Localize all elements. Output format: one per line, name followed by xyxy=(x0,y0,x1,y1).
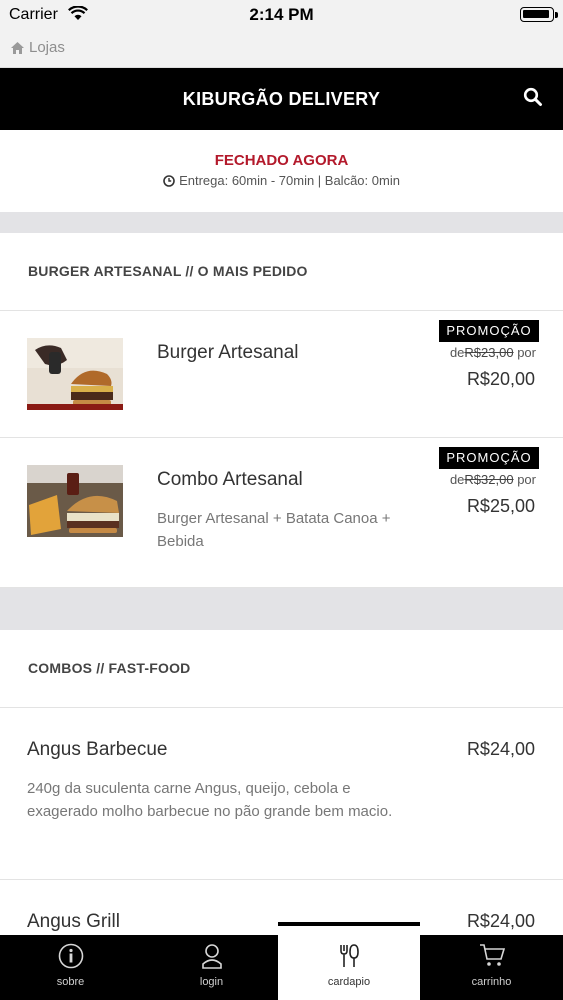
tab-label: login xyxy=(199,976,224,988)
menu-item-combo-artesanal[interactable]: Combo Artesanal Burger Artesanal + Batat… xyxy=(0,438,563,588)
item-description: Burger Artesanal + Batata Canoa + Bebida xyxy=(157,510,391,550)
status-bar: Carrier 2:14 PM xyxy=(0,0,563,30)
item-price: R$24,00 xyxy=(466,911,535,931)
burger-photo xyxy=(27,338,123,410)
tab-carrinho[interactable]: carrinho xyxy=(420,935,563,1000)
menu-item-angus-barbecue[interactable]: Angus Barbecue R$24,00 240g da suculenta… xyxy=(0,708,563,880)
menu-item-burger-artesanal[interactable]: Burger Artesanal PROMOÇÃO deR$23,00 por … xyxy=(0,311,563,438)
old-price-prefix: de xyxy=(449,345,465,360)
item-name: Burger Artesanal xyxy=(157,342,299,363)
item-name: Angus Grill xyxy=(27,911,120,932)
info-icon xyxy=(58,943,83,969)
tab-label: cardapio xyxy=(327,976,371,988)
store-status: FECHADO AGORA Entrega: 60min - 70min | B… xyxy=(0,130,563,212)
clock-icon xyxy=(163,174,175,187)
tab-login[interactable]: login xyxy=(141,935,282,1000)
old-price-suffix: por xyxy=(517,472,536,487)
cart-icon xyxy=(479,944,505,966)
section-header: BURGER ARTESANAL // O MAIS PEDIDO xyxy=(0,233,563,311)
tab-sobre[interactable]: sobre xyxy=(0,935,141,1000)
old-price-value: R$32,00 xyxy=(464,472,514,487)
tab-label: carrinho xyxy=(471,976,512,988)
combo-photo xyxy=(27,465,123,537)
old-price-prefix: de xyxy=(449,472,465,487)
battery-icon xyxy=(520,7,558,22)
navigation-bar: Lojas xyxy=(0,30,563,68)
search-icon[interactable] xyxy=(523,87,543,107)
section-divider xyxy=(0,212,563,233)
item-description: 240g da suculenta carne Angus, queijo, c… xyxy=(27,780,393,820)
tab-bar: sobre login cardapio carrinho xyxy=(0,922,563,1000)
item-price: R$20,00 xyxy=(466,369,535,389)
section-divider xyxy=(0,588,563,630)
closed-status: FECHADO AGORA xyxy=(214,152,349,169)
back-button[interactable]: Lojas xyxy=(10,39,65,56)
page-title: KIBURGÃO DELIVERY xyxy=(182,89,381,109)
old-price: deR$32,00 por xyxy=(450,472,536,487)
item-name: Angus Barbecue xyxy=(27,739,168,760)
user-icon xyxy=(201,944,222,969)
back-label: Lojas xyxy=(29,39,65,56)
promo-badge: PROMOÇÃO xyxy=(439,447,539,469)
item-name: Combo Artesanal xyxy=(157,469,303,490)
delivery-info: Entrega: 60min - 70min | Balcão: 0min xyxy=(0,173,563,188)
section-title: COMBOS // FAST-FOOD xyxy=(28,660,191,676)
header: KIBURGÃO DELIVERY xyxy=(0,68,563,130)
delivery-text: Entrega: 60min - 70min | Balcão: 0min xyxy=(179,173,400,188)
old-price: deR$23,00 por xyxy=(450,345,536,360)
cutlery-icon xyxy=(340,944,359,967)
old-price-suffix: por xyxy=(517,345,536,360)
section-header: COMBOS // FAST-FOOD xyxy=(0,630,563,708)
promo-badge: PROMOÇÃO xyxy=(439,320,539,342)
tab-label: sobre xyxy=(56,976,85,988)
clock: 2:14 PM xyxy=(249,5,314,24)
section-title: BURGER ARTESANAL // O MAIS PEDIDO xyxy=(28,263,308,279)
item-price: R$25,00 xyxy=(466,496,535,516)
old-price-value: R$23,00 xyxy=(464,345,514,360)
item-price: R$24,00 xyxy=(466,739,535,759)
home-icon xyxy=(11,41,24,54)
tab-cardapio[interactable]: cardapio xyxy=(278,922,420,1000)
